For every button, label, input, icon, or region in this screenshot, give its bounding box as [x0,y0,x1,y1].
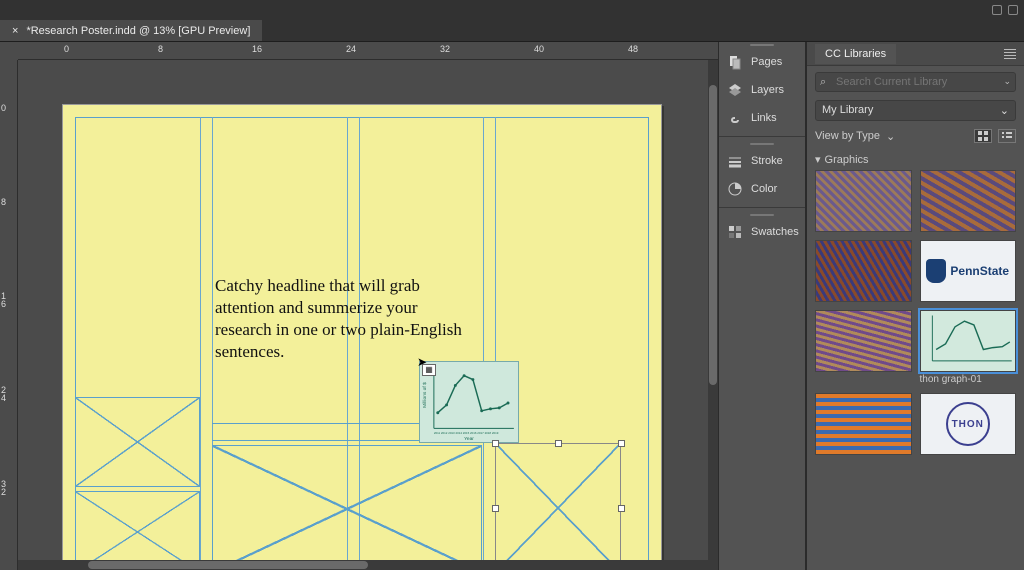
library-asset[interactable] [920,170,1017,232]
list-view-button[interactable] [998,129,1016,143]
document-tab[interactable]: × *Research Poster.indd @ 13% [GPU Previ… [0,20,262,41]
ruler-tick: 3 2 [1,480,6,496]
dock-item-color[interactable]: Color [719,175,805,203]
canvas-area: 0 8 16 24 32 40 48 0 8 1 6 2 4 3 2 [0,42,718,570]
ruler-tick: 8 [158,44,163,54]
horizontal-ruler[interactable]: 0 8 16 24 32 40 48 [18,42,718,60]
chart-xlabel: Year [464,436,474,442]
horizontal-scrollbar[interactable] [18,560,718,570]
panel-menu-icon[interactable] [996,49,1024,59]
dock-label: Stroke [751,155,783,167]
selection-handle[interactable] [618,505,625,512]
dock-label: Links [751,112,777,124]
selection-handle[interactable] [618,440,625,447]
document-tab-label: *Research Poster.indd @ 13% [GPU Preview… [26,25,250,37]
dock-item-stroke[interactable]: Stroke [719,147,805,175]
dock-label: Swatches [751,226,799,238]
document-tab-bar: × *Research Poster.indd @ 13% [GPU Previ… [0,20,1024,42]
selected-frame[interactable] [495,443,621,570]
dock-label: Pages [751,56,782,68]
dock-item-swatches[interactable]: Swatches [719,218,805,246]
ruler-tick: 2 4 [1,386,6,402]
svg-text:2011 2012 2013 2014 2015 2016: 2011 2012 2013 2014 2015 2016 2017 2018 … [434,431,499,435]
ruler-tick: 8 [1,198,6,206]
library-asset[interactable] [815,310,912,372]
swatches-icon [727,224,743,240]
library-selected-label: My Library [822,104,873,117]
library-selector[interactable]: My Library ⌄ [815,100,1016,121]
window-controls[interactable] [992,5,1018,15]
vertical-ruler[interactable]: 0 8 1 6 2 4 3 2 [0,60,18,570]
links-icon [727,110,743,126]
library-asset[interactable] [815,170,912,232]
ruler-tick: 24 [346,44,356,54]
dock-item-pages[interactable]: Pages [719,48,805,76]
ruler-tick: 0 [64,44,69,54]
list-icon [1002,131,1012,141]
library-asset-pennstate[interactable]: PennState [920,240,1017,302]
library-search[interactable]: ⌕ ⌄ [815,72,1016,92]
selection-handle[interactable] [492,440,499,447]
image-frame[interactable] [212,445,482,570]
ruler-tick: 48 [628,44,638,54]
dock-label: Color [751,183,777,195]
selection-handle[interactable] [555,440,562,447]
dock-item-layers[interactable]: Layers [719,76,805,104]
layers-icon [727,82,743,98]
color-icon [727,181,743,197]
chevron-down-icon: ⌄ [1000,104,1009,117]
image-frame[interactable] [75,491,200,570]
chevron-down-icon[interactable]: ⌄ [1003,76,1011,87]
chevron-down-icon[interactable]: ⌄ [886,130,895,143]
image-frame[interactable] [496,444,620,570]
ruler-tick: 40 [534,44,544,54]
close-tab-icon[interactable]: × [12,25,18,37]
section-header-graphics[interactable]: ▾ Graphics [815,151,1016,170]
image-frame[interactable] [75,397,200,487]
pages-icon [727,54,743,70]
section-title: Graphics [825,154,869,166]
vertical-scrollbar[interactable] [708,60,718,560]
headline-text-frame[interactable]: Catchy headline that will grab attention… [215,275,475,363]
dock-label: Layers [751,84,784,96]
column-guide [483,117,484,570]
chart-ylabel: Millions of $ [422,382,428,408]
canvas-viewport[interactable]: Catchy headline that will grab attention… [18,60,718,570]
library-asset[interactable] [815,240,912,302]
library-asset-thon[interactable]: THON [920,393,1017,455]
library-search-input[interactable] [815,72,1016,92]
cc-libraries-tab[interactable]: CC Libraries [815,44,896,64]
grid-icon [978,131,988,141]
dock-item-links[interactable]: Links [719,104,805,132]
selection-handle[interactable] [492,505,499,512]
placed-chart-graphic[interactable]: ▦ Millions of $ Year 2011 2012 2013 2014… [419,361,519,443]
library-asset-graph[interactable] [920,310,1017,372]
column-guide [200,117,201,570]
view-by-label[interactable]: View by Type [815,130,880,142]
library-asset[interactable] [815,393,912,455]
cc-libraries-panel: CC Libraries ⌕ ⌄ My Library ⌄ View by Ty… [806,42,1024,570]
panel-dock: Pages Layers Links Stroke Color Swatches [718,42,806,570]
ruler-tick: 1 6 [1,292,6,308]
search-icon: ⌕ [820,76,826,89]
ruler-tick: 32 [440,44,450,54]
asset-name-label: thon graph-01 [920,372,1017,385]
stroke-icon [727,153,743,169]
grid-view-button[interactable] [974,129,992,143]
document-page[interactable]: Catchy headline that will grab attention… [62,104,662,570]
ruler-tick: 0 [1,104,6,112]
cursor-icon: ➤ [417,355,427,369]
ruler-tick: 16 [252,44,262,54]
disclosure-triangle-icon: ▾ [815,153,821,166]
